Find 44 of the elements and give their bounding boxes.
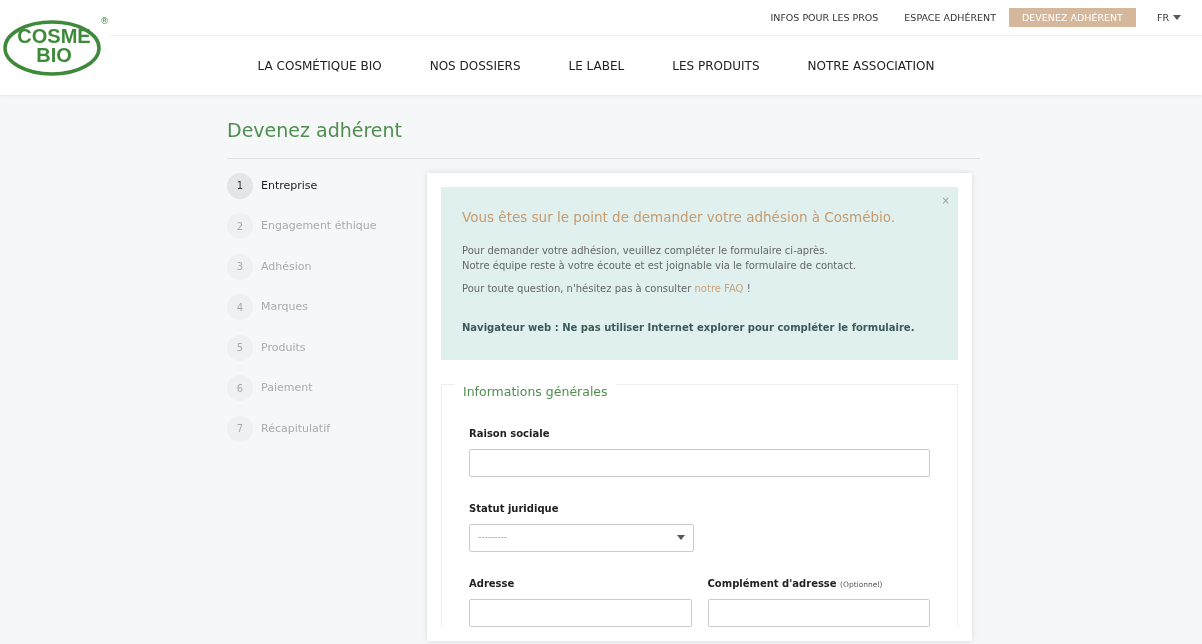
step-label: Paiement [261,380,313,397]
step-label: Adhésion [261,258,312,275]
nav-link[interactable]: LA COSMÉTIQUE BIO [257,56,382,75]
alert-text: Pour demander votre adhésion, veuillez compléter le formulaire ci-après. [462,244,829,259]
nav-link[interactable]: LE LABEL [568,56,625,75]
field-label: Adresse [469,576,516,591]
alert-warning-text: Navigateur web : Ne pas utiliser Internet explorer pour compléter le formulaire. [462,321,916,336]
select-value: --------- [478,531,508,545]
field-label: Statut juridique [469,501,560,516]
field-label: Complément d'adresse [707,577,838,589]
close-button[interactable]: × [941,192,950,208]
step-label: Marques [261,299,308,316]
alert-heading: Vous êtes sur le point de demander votre adhésion à Cosmébio. [462,207,897,227]
step-label: Récapitulatif [261,420,331,437]
caret-icon [1173,15,1181,20]
step-number: 3 [227,253,253,280]
step-item[interactable]: 1 Entreprise [227,172,427,199]
caret-icon [677,535,685,541]
step-number: 5 [227,334,253,361]
page-title: Devenez adhérent [227,119,403,142]
input-field[interactable] [469,598,692,627]
top-link[interactable]: INFOS POUR LES PROS [757,8,892,27]
nav-link[interactable]: LES PRODUITS [672,56,760,75]
step-number: 1 [227,172,253,199]
top-link[interactable]: ESPACE ADHÉRENT [891,8,1009,27]
step-label: Engagement éthique [261,218,377,235]
language-dropdown[interactable]: FR [1143,8,1194,27]
input-field[interactable] [707,598,930,627]
step-number: 7 [227,415,253,442]
alert-text: Notre équipe reste à votre écoute et est joignable via le formulaire de contact. [462,259,857,274]
select-field[interactable]: --------- [469,523,694,552]
alert-text: Pour toute question, n'hésitez pas à consulter [462,283,693,295]
step-number: 4 [227,294,253,321]
nav-link[interactable]: NOS DOSSIERS [429,56,521,75]
step-number: 6 [227,375,253,402]
step-label: Entreprise [261,177,318,194]
step-number: 2 [227,213,253,240]
step-label: Produits [261,339,306,356]
language-label: FR [1156,11,1169,25]
section-legend: Informations générales [455,383,616,402]
nav-link[interactable]: NOTRE ASSOCIATION [807,56,935,75]
input-field[interactable] [469,448,930,477]
field-label: Raison sociale [469,426,551,441]
alert-text: ! [745,283,751,295]
